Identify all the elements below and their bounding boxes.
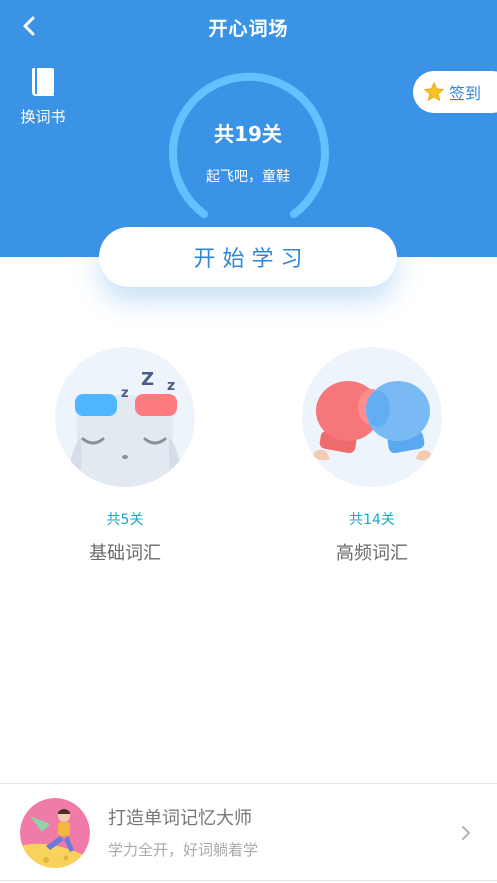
chevron-right-icon (462, 826, 470, 840)
progress-gauge (169, 72, 329, 218)
flying-boy-avatar (20, 798, 90, 868)
category-level-count: 共14关 (349, 512, 395, 528)
memory-master-promo[interactable]: 打造单词记忆大师 学力全开，好词躺着学 (0, 783, 497, 881)
category-level-count: 共5关 (106, 512, 144, 528)
svg-text:z: z (121, 386, 129, 401)
start-learning-label: 开始学习 (193, 247, 310, 272)
change-book-label: 换词书 (20, 108, 66, 126)
star-icon (423, 81, 445, 102)
boxing-gloves-icon (302, 347, 442, 487)
change-book-button[interactable]: 换词书 (14, 66, 72, 127)
page-title: 开心词场 (208, 18, 289, 40)
header-banner: 开心词场 换词书 签到 共19关 起飞吧，童鞋 (0, 0, 497, 257)
checkin-label: 签到 (449, 84, 482, 103)
category-name: 高频词汇 (336, 543, 408, 564)
promo-title: 打造单词记忆大师 (108, 808, 252, 829)
start-learning-button[interactable]: 开始学习 (99, 227, 397, 287)
gauge-subtitle: 起飞吧，童鞋 (206, 169, 290, 185)
category-high-frequency-vocabulary[interactable]: 共14关 高频词汇 (292, 347, 452, 565)
svg-text:Z: Z (141, 369, 154, 390)
book-icon (32, 68, 54, 96)
sleeping-character-icon: z Z z (55, 347, 195, 487)
total-levels: 共19关 (214, 122, 282, 146)
category-name: 基础词汇 (89, 543, 161, 564)
svg-text:z: z (167, 378, 175, 394)
checkin-button[interactable]: 签到 (413, 71, 497, 113)
category-basic-vocabulary[interactable]: z Z z 共5关 基础词汇 (45, 347, 205, 565)
promo-subtitle: 学力全开，好词躺着学 (108, 841, 259, 859)
